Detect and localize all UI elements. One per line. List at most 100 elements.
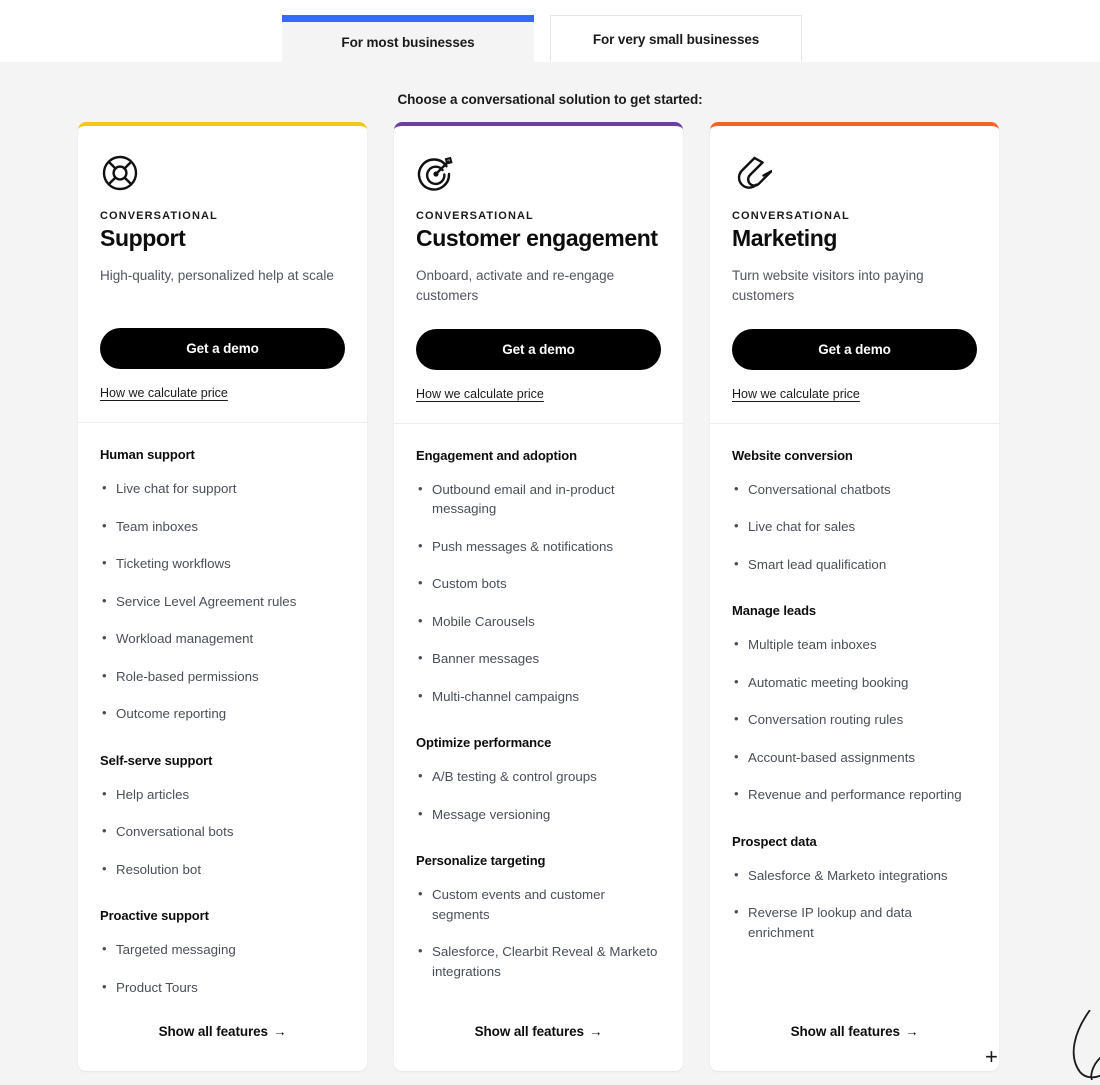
card-header: CONVERSATIONAL Customer engagement Onboa… [394,126,683,424]
card-title: Marketing [732,225,838,251]
feature-group: Proactive support Targeted messaging Pro… [100,908,345,997]
arrow-right-icon: → [588,1024,603,1040]
list-item: Outcome reporting [100,703,345,724]
arrow-right-icon: → [272,1024,287,1040]
show-all-features-label: Show all features [790,1024,900,1040]
card-eyebrow: CONVERSATIONAL [732,210,850,222]
list-item: Custom bots [416,573,661,594]
card-feature-list: Human support Live chat for support Team… [78,423,367,997]
feature-items: Conversational chatbots Live chat for sa… [732,479,977,575]
feature-group-title: Website conversion [732,447,853,463]
how-we-calculate-price-link[interactable]: How we calculate price [100,386,228,400]
list-item: Product Tours [100,977,345,998]
plus-decoration-icon: + [985,1044,998,1069]
list-item: Conversational bots [100,821,345,842]
feature-group: Self-serve support Help articles Convers… [100,753,345,880]
list-item: Banner messages [416,648,661,669]
tab-label: For very small businesses [592,31,760,47]
list-item: Conversation routing rules [732,709,977,730]
card-footer: Show all features → [394,997,683,1071]
show-all-features-link[interactable]: Show all features → [475,1024,603,1039]
list-item: Help articles [100,784,345,805]
show-all-features-label: Show all features [474,1024,584,1040]
get-a-demo-button[interactable]: Get a demo [416,328,661,370]
card-feature-list: Engagement and adoption Outbound email a… [394,424,683,998]
show-all-features-label: Show all features [158,1024,268,1040]
card-description: High-quality, personalized help at scale [100,268,334,283]
list-item: A/B testing & control groups [416,766,661,787]
list-item: Resolution bot [100,859,345,880]
show-all-features-link[interactable]: Show all features → [791,1024,919,1039]
card-title: Customer engagement [416,225,658,251]
card-eyebrow: CONVERSATIONAL [416,210,534,222]
feature-group-title: Optimize performance [416,735,552,751]
feature-group: Engagement and adoption Outbound email a… [416,448,661,707]
list-item: Workload management [100,628,345,649]
list-item: Reverse IP lookup and data enrichment [732,902,977,942]
how-we-calculate-price-link[interactable]: How we calculate price [416,387,544,401]
feature-items: Salesforce & Marketo integrations Revers… [732,865,977,943]
feature-items: Live chat for support Team inboxes Ticke… [100,478,345,724]
magnet-icon [732,150,977,196]
card-header: CONVERSATIONAL Marketing Turn website vi… [710,126,999,424]
list-item: Team inboxes [100,516,345,537]
feature-items: Targeted messaging Product Tours [100,939,345,998]
feature-group-title: Prospect data [732,833,817,849]
card-footer: Show all features → [710,997,999,1071]
list-item: Conversational chatbots [732,479,977,500]
squiggle-decoration-icon [1060,1009,1100,1081]
feature-group-title: Self-serve support [100,752,213,768]
list-item: Outbound email and in-product messaging [416,478,661,519]
card-marketing: CONVERSATIONAL Marketing Turn website vi… [710,122,999,1072]
list-item: Salesforce & Marketo integrations [732,865,977,886]
solution-cards: CONVERSATIONAL Support High-quality, per… [78,122,999,1072]
feature-group-title: Personalize targeting [416,853,546,869]
feature-group-title: Manage leads [732,603,817,619]
list-item: Mobile Carousels [416,611,661,632]
audience-tabs: For most businesses For very small busin… [282,15,802,62]
list-item: Service Level Agreement rules [100,591,345,612]
get-a-demo-button[interactable]: Get a demo [100,328,345,369]
list-item: Message versioning [416,804,661,825]
list-item: Revenue and performance reporting [732,784,977,805]
feature-group: Human support Live chat for support Team… [100,447,345,724]
card-description: Onboard, activate and re-engage customer… [416,268,615,304]
list-item: Multiple team inboxes [732,634,977,655]
card-header: CONVERSATIONAL Support High-quality, per… [78,126,367,423]
feature-group-title: Proactive support [100,908,209,924]
card-title: Support [100,225,186,251]
tab-label: For most businesses [341,34,475,50]
how-we-calculate-price-link[interactable]: How we calculate price [732,387,860,401]
feature-items: Outbound email and in-product messaging … [416,478,661,707]
feature-group-title: Human support [100,447,195,462]
lifebuoy-icon [100,150,345,196]
feature-items: Multiple team inboxes Automatic meeting … [732,634,977,805]
feature-group-title: Engagement and adoption [416,447,577,463]
list-item: Live chat for sales [732,516,977,537]
list-item: Salesforce, Clearbit Reveal & Marketo in… [416,941,661,981]
list-item: Automatic meeting booking [732,672,977,693]
tab-for-very-small-businesses[interactable]: For very small businesses [550,15,802,62]
card-description: Turn website visitors into paying custom… [732,268,924,304]
feature-group: Personalize targeting Custom events and … [416,853,661,981]
feature-items: Custom events and customer segments Sale… [416,884,661,981]
card-customer-engagement: CONVERSATIONAL Customer engagement Onboa… [394,122,683,1072]
feature-group: Manage leads Multiple team inboxes Autom… [732,603,977,805]
feature-items: Help articles Conversational bots Resolu… [100,784,345,880]
card-footer: Show all features → [78,997,367,1071]
tab-for-most-businesses[interactable]: For most businesses [282,15,534,62]
get-a-demo-button[interactable]: Get a demo [732,328,977,370]
feature-group: Prospect data Salesforce & Marketo integ… [732,834,977,943]
list-item: Account-based assignments [732,747,977,768]
show-all-features-link[interactable]: Show all features → [159,1024,287,1039]
list-item: Smart lead qualification [732,554,977,575]
feature-group: Optimize performance A/B testing & contr… [416,735,661,824]
list-item: Live chat for support [100,478,345,499]
card-eyebrow: CONVERSATIONAL [100,210,218,222]
target-dart-icon [416,150,661,196]
feature-group: Website conversion Conversational chatbo… [732,448,977,575]
list-item: Multi-channel campaigns [416,686,661,707]
card-support: CONVERSATIONAL Support High-quality, per… [78,122,367,1072]
card-feature-list: Website conversion Conversational chatbo… [710,424,999,998]
list-item: Ticketing workflows [100,553,345,574]
